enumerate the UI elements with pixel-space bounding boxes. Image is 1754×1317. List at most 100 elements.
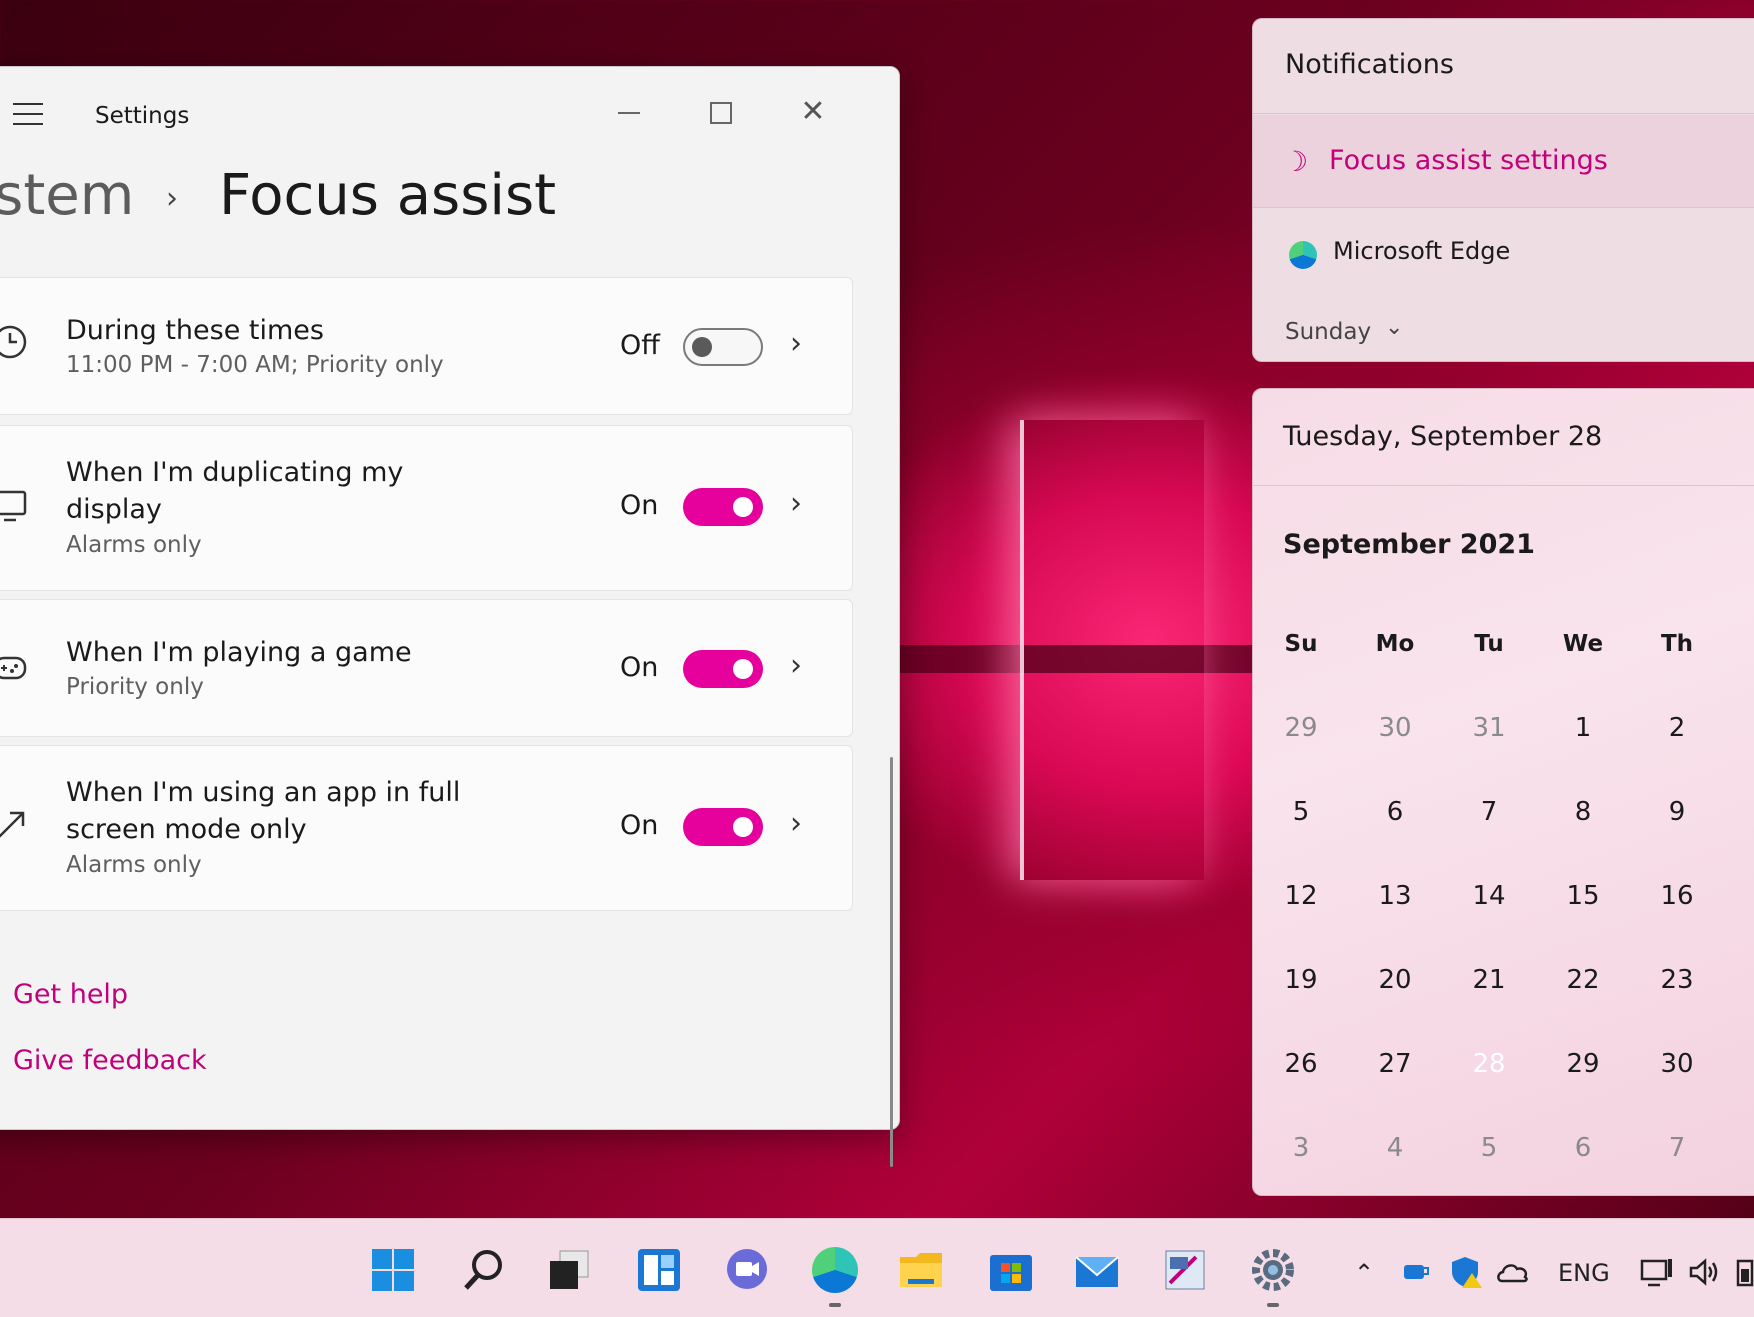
start-icon[interactable] [370, 1247, 416, 1293]
calendar-day[interactable]: 4 [1353, 1113, 1437, 1183]
settings-window: Settings ✕ ystem › Focus assist During t… [0, 66, 900, 1167]
setting-row-duplicating-display[interactable]: When I'm duplicating my display Alarms o… [0, 425, 853, 591]
calendar-day[interactable]: 22 [1541, 945, 1625, 1015]
fullscreen-icon [0, 811, 25, 838]
notification-app-name: Microsoft Edge [1333, 237, 1511, 265]
hamburger-menu-icon[interactable] [13, 103, 43, 125]
file-explorer-icon[interactable] [898, 1247, 944, 1293]
task-view-icon[interactable] [546, 1247, 592, 1293]
calendar-day[interactable]: 27 [1353, 1029, 1437, 1099]
page-title: Focus assist [219, 163, 557, 228]
calendar-day[interactable]: 2 [1635, 693, 1719, 763]
calendar-day[interactable]: 12 [1259, 861, 1343, 931]
weekday-header: Th [1660, 631, 1694, 657]
setting-row-subtitle: Priority only [66, 674, 204, 700]
calendar-day[interactable]: 9 [1635, 777, 1719, 847]
weekday-header: Mo [1375, 631, 1415, 657]
calendar-day[interactable]: 19 [1259, 945, 1343, 1015]
setting-row-subtitle: Alarms only [66, 852, 202, 878]
calendar-day[interactable]: 6 [1541, 1113, 1625, 1183]
setting-row-subtitle: 11:00 PM - 7:00 AM; Priority only [66, 352, 444, 378]
calendar-day[interactable]: 15 [1541, 861, 1625, 931]
chevron-down-icon[interactable]: ⌄ [1385, 315, 1403, 340]
toggle-state-label: Off [620, 330, 660, 361]
title-bar: Settings ✕ [0, 67, 899, 157]
playing-game-toggle[interactable] [683, 650, 763, 688]
divider [1253, 485, 1754, 486]
setting-row-fullscreen-app[interactable]: When I'm using an app in full screen mod… [0, 745, 853, 911]
chevron-right-icon[interactable]: › [790, 326, 802, 361]
setting-row-during-times[interactable]: During these times 11:00 PM - 7:00 AM; P… [0, 277, 853, 415]
calendar-day[interactable]: 29 [1541, 1029, 1625, 1099]
network-icon[interactable] [1640, 1257, 1674, 1287]
calendar-day[interactable]: 16 [1635, 861, 1719, 931]
calendar-day[interactable]: 30 [1635, 1029, 1719, 1099]
chat-icon[interactable] [724, 1247, 770, 1293]
language-indicator[interactable]: ENG [1558, 1259, 1610, 1287]
paint-icon[interactable] [1162, 1247, 1208, 1293]
breadcrumb-parent[interactable]: ystem [0, 163, 134, 228]
calendar-month-label[interactable]: September 2021 [1283, 529, 1535, 560]
toggle-state-label: On [620, 652, 659, 683]
during-times-toggle[interactable] [683, 328, 763, 366]
breadcrumb-separator: › [166, 181, 178, 216]
setting-row-playing-game[interactable]: When I'm playing a game Priority only On… [0, 599, 853, 737]
chevron-right-icon[interactable]: › [790, 486, 802, 521]
calendar-day[interactable]: 14 [1447, 861, 1531, 931]
battery-icon[interactable] [1734, 1257, 1754, 1287]
edge-icon[interactable] [812, 1247, 858, 1293]
chevron-right-icon[interactable]: › [790, 806, 802, 841]
setting-row-title: When I'm playing a game [66, 637, 412, 668]
calendar-day[interactable]: 3 [1259, 1113, 1343, 1183]
edge-icon [1289, 241, 1317, 269]
widgets-icon[interactable] [636, 1247, 682, 1293]
taskbar: ⌃ ENG [0, 1218, 1754, 1317]
settings-icon[interactable] [1250, 1247, 1296, 1293]
get-help-link[interactable]: Get help [13, 979, 128, 1010]
gamepad-icon [0, 656, 27, 680]
notification-day[interactable]: Sunday [1285, 319, 1371, 345]
notifications-header: Notifications [1285, 49, 1454, 80]
app-title: Settings [95, 103, 190, 129]
store-icon[interactable] [988, 1247, 1034, 1293]
calendar-day[interactable]: 7 [1635, 1113, 1719, 1183]
close-button[interactable]: ✕ [783, 87, 843, 137]
calendar-day[interactable]: 21 [1447, 945, 1531, 1015]
calendar-day[interactable]: 30 [1353, 693, 1437, 763]
mail-icon[interactable] [1074, 1247, 1120, 1293]
calendar-day[interactable]: 7 [1447, 777, 1531, 847]
focus-assist-settings-link[interactable]: Focus assist settings [1329, 145, 1608, 176]
calendar-panel: Tuesday, September 28 September 2021 Su M… [1252, 388, 1754, 1196]
calendar-day[interactable]: 31 [1447, 693, 1531, 763]
calendar-day[interactable]: 23 [1635, 945, 1719, 1015]
duplicating-display-toggle[interactable] [683, 488, 763, 526]
minimize-button[interactable] [599, 87, 659, 137]
weekday-header: Tu [1474, 631, 1504, 657]
volume-icon[interactable] [1688, 1257, 1720, 1287]
security-warning-icon[interactable] [1450, 1255, 1484, 1289]
calendar-day[interactable]: 20 [1353, 945, 1437, 1015]
running-indicator [829, 1303, 841, 1307]
give-feedback-link[interactable]: Give feedback [13, 1045, 207, 1076]
search-icon[interactable] [460, 1247, 506, 1293]
chevron-right-icon[interactable]: › [790, 648, 802, 683]
calendar-day[interactable]: 26 [1259, 1029, 1343, 1099]
clock-icon [0, 325, 27, 359]
scrollbar[interactable] [890, 757, 893, 1167]
weekday-header: Su [1284, 631, 1318, 657]
chevron-up-icon[interactable]: ⌃ [1354, 1259, 1374, 1287]
calendar-day[interactable]: 1 [1541, 693, 1625, 763]
calendar-day[interactable]: 5 [1447, 1113, 1531, 1183]
calendar-day[interactable]: 5 [1259, 777, 1343, 847]
fullscreen-app-toggle[interactable] [683, 808, 763, 846]
coffee-icon[interactable] [1400, 1257, 1432, 1287]
calendar-day-today[interactable]: 28 [1447, 1023, 1531, 1105]
calendar-day[interactable]: 6 [1353, 777, 1437, 847]
maximize-button[interactable] [691, 87, 751, 137]
calendar-day[interactable]: 29 [1259, 693, 1343, 763]
calendar-day[interactable]: 8 [1541, 777, 1625, 847]
calendar-day[interactable]: 13 [1353, 861, 1437, 931]
onedrive-icon[interactable] [1496, 1259, 1530, 1285]
weekday-header: We [1562, 631, 1604, 657]
focus-assist-settings-row[interactable]: ☽ Focus assist settings [1253, 115, 1754, 207]
